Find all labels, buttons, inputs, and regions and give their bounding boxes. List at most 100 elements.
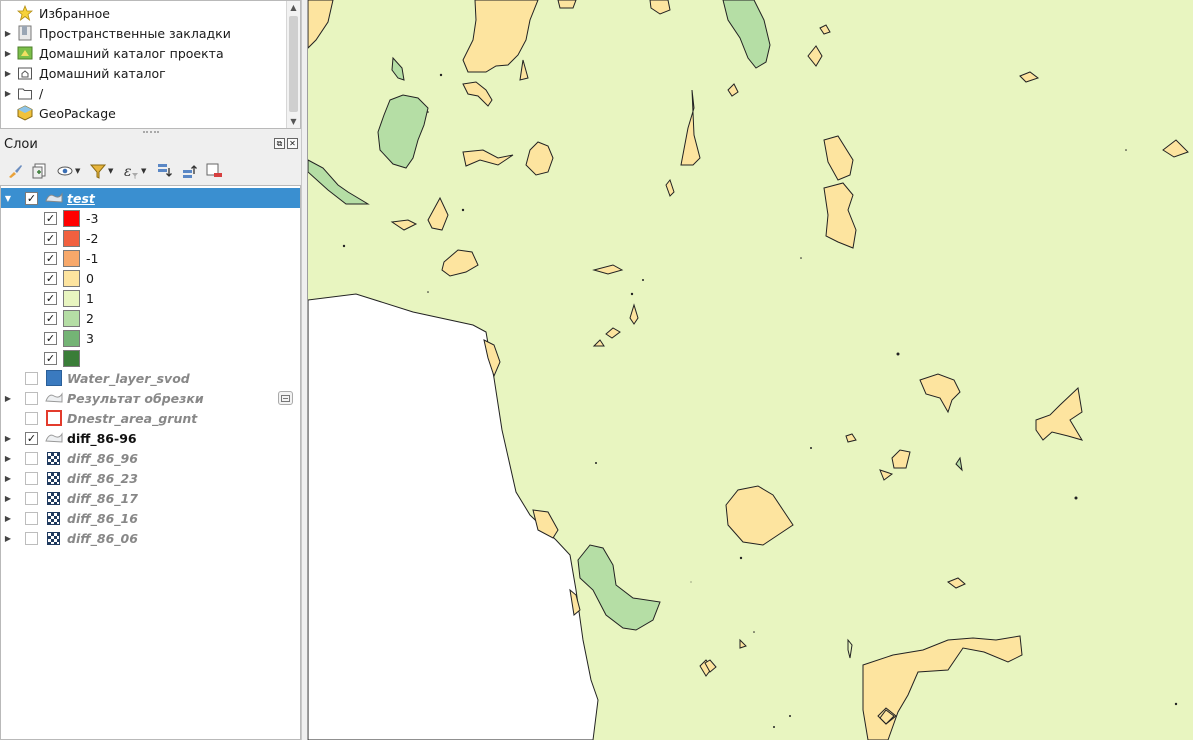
project-home-icon xyxy=(17,45,33,61)
polygon-layer-icon xyxy=(45,392,63,404)
layer-row-diff-86-96-raster[interactable]: ▶ diff_86_96 xyxy=(1,448,300,468)
legend-swatch xyxy=(63,229,80,247)
expand-arrow-icon[interactable]: ▶ xyxy=(1,494,15,503)
layer-row-diff-86-23[interactable]: ▶ diff_86_23 xyxy=(1,468,300,488)
layer-visibility-checkbox[interactable] xyxy=(25,531,38,545)
layer-row-diff-86-06[interactable]: ▶ diff_86_06 xyxy=(1,528,300,548)
splitter-grip[interactable] xyxy=(143,131,159,133)
map-svg[interactable] xyxy=(307,0,1193,740)
style-brush-icon[interactable] xyxy=(4,161,25,182)
add-group-icon[interactable] xyxy=(29,161,50,182)
legend-label: -1 xyxy=(86,250,99,266)
folder-icon xyxy=(17,85,33,101)
geopackage-icon xyxy=(17,105,33,121)
scrollbar-thumb[interactable] xyxy=(289,16,298,112)
layer-visibility-checkbox[interactable] xyxy=(25,471,38,485)
legend-item-checkbox[interactable] xyxy=(44,351,57,365)
collapse-arrow-icon[interactable]: ▼ xyxy=(1,194,15,203)
browser-scrollbar[interactable]: ▲ ▼ xyxy=(286,1,300,128)
legend-swatch xyxy=(63,349,80,367)
legend-item[interactable]: -2 xyxy=(1,228,300,248)
raster-layer-icon xyxy=(47,471,60,485)
layer-visibility-checkbox[interactable] xyxy=(25,191,38,205)
expand-arrow-icon[interactable]: ▶ xyxy=(1,474,15,483)
expand-arrow-icon[interactable]: ▶ xyxy=(1,434,15,443)
layer-name: Dnestr_area_grunt xyxy=(67,410,198,426)
browser-item-geopackage[interactable]: GeoPackage xyxy=(1,103,287,123)
legend-item[interactable]: -3 xyxy=(1,208,300,228)
layer-visibility-checkbox[interactable] xyxy=(25,451,38,465)
dock-separator[interactable] xyxy=(301,0,308,740)
layer-name: diff_86_16 xyxy=(67,510,138,526)
browser-item-root[interactable]: ▶ / xyxy=(1,83,287,103)
expand-arrow-icon[interactable]: ▶ xyxy=(1,514,15,523)
remove-layer-icon[interactable] xyxy=(203,161,224,182)
browser-item-label: GeoPackage xyxy=(39,105,116,121)
browser-item-project-home[interactable]: ▶ Домашний каталог проекта xyxy=(1,43,287,63)
map-canvas[interactable] xyxy=(307,0,1193,740)
legend-item[interactable]: 1 xyxy=(1,288,300,308)
visibility-icon[interactable] xyxy=(54,161,75,182)
legend-item-checkbox[interactable] xyxy=(44,271,57,285)
browser-item-favorites[interactable]: Избранное xyxy=(1,3,287,23)
outline-symbol-icon xyxy=(46,410,62,426)
legend-item-checkbox[interactable] xyxy=(44,291,57,305)
layers-toolbar: ▼ ▼ ε ▼ xyxy=(4,159,224,183)
browser-item-spatial-bookmarks[interactable]: ▶ Пространственные закладки xyxy=(1,23,287,43)
expand-all-icon[interactable] xyxy=(153,161,174,182)
legend-swatch xyxy=(63,309,80,327)
expand-arrow-icon[interactable]: ▶ xyxy=(1,29,15,38)
legend-label: 1 xyxy=(86,290,94,306)
scroll-down-icon[interactable]: ▼ xyxy=(287,115,300,128)
legend-item-checkbox[interactable] xyxy=(44,331,57,345)
layer-row-test[interactable]: ▼ test xyxy=(1,188,300,208)
legend-item-checkbox[interactable] xyxy=(44,231,57,245)
float-panel-icon[interactable]: ⧉ xyxy=(274,138,285,149)
browser-item-home[interactable]: ▶ Домашний каталог xyxy=(1,63,287,83)
layer-visibility-checkbox[interactable] xyxy=(25,511,38,525)
layer-row-diff-86-16[interactable]: ▶ diff_86_16 xyxy=(1,508,300,528)
layer-visibility-checkbox[interactable] xyxy=(25,411,38,425)
close-panel-icon[interactable]: ✕ xyxy=(287,138,298,149)
layer-name: diff_86_23 xyxy=(67,470,138,486)
layer-row-water-layer-svod[interactable]: Water_layer_svod xyxy=(1,368,300,388)
scroll-up-icon[interactable]: ▲ xyxy=(287,1,300,14)
dropdown-arrow-icon[interactable]: ▼ xyxy=(141,167,149,175)
legend-swatch xyxy=(63,289,80,307)
expand-arrow-icon[interactable]: ▶ xyxy=(1,49,15,58)
legend-item[interactable]: 2 xyxy=(1,308,300,328)
legend-swatch xyxy=(63,209,80,227)
expand-arrow-icon[interactable]: ▶ xyxy=(1,89,15,98)
layer-row-diff-86-96-vector[interactable]: ▶ diff_86-96 xyxy=(1,428,300,448)
polygon-layer-icon xyxy=(45,192,63,204)
expand-arrow-icon[interactable]: ▶ xyxy=(1,394,15,403)
panel-splitter[interactable] xyxy=(0,129,301,135)
legend-item[interactable] xyxy=(1,348,300,368)
dropdown-arrow-icon[interactable]: ▼ xyxy=(108,167,116,175)
layer-row-diff-86-17[interactable]: ▶ diff_86_17 xyxy=(1,488,300,508)
layer-visibility-checkbox[interactable] xyxy=(25,371,38,385)
legend-item[interactable]: 0 xyxy=(1,268,300,288)
layer-visibility-checkbox[interactable] xyxy=(25,491,38,505)
legend-item[interactable]: 3 xyxy=(1,328,300,348)
browser-item-label: Пространственные закладки xyxy=(39,25,231,41)
expand-arrow-icon[interactable]: ▶ xyxy=(1,534,15,543)
collapse-all-icon[interactable] xyxy=(178,161,199,182)
expand-arrow-icon[interactable]: ▶ xyxy=(1,454,15,463)
layer-visibility-checkbox[interactable] xyxy=(25,391,38,405)
legend-item-checkbox[interactable] xyxy=(44,251,57,265)
legend-item-checkbox[interactable] xyxy=(44,311,57,325)
dropdown-arrow-icon[interactable]: ▼ xyxy=(75,167,83,175)
raster-layer-icon xyxy=(47,451,60,465)
filter-icon[interactable] xyxy=(87,161,108,182)
expression-filter-icon[interactable]: ε xyxy=(120,161,141,182)
layer-row-clip-result[interactable]: ▶ Результат обрезки xyxy=(1,388,300,408)
legend-item-checkbox[interactable] xyxy=(44,211,57,225)
expand-arrow-icon[interactable]: ▶ xyxy=(1,69,15,78)
legend-swatch xyxy=(63,269,80,287)
layer-visibility-checkbox[interactable] xyxy=(25,431,38,445)
embedded-icon[interactable] xyxy=(278,391,293,405)
layer-row-dnestr-area-grunt[interactable]: Dnestr_area_grunt xyxy=(1,408,300,428)
legend-item[interactable]: -1 xyxy=(1,248,300,268)
layer-name: diff_86-96 xyxy=(67,430,137,446)
